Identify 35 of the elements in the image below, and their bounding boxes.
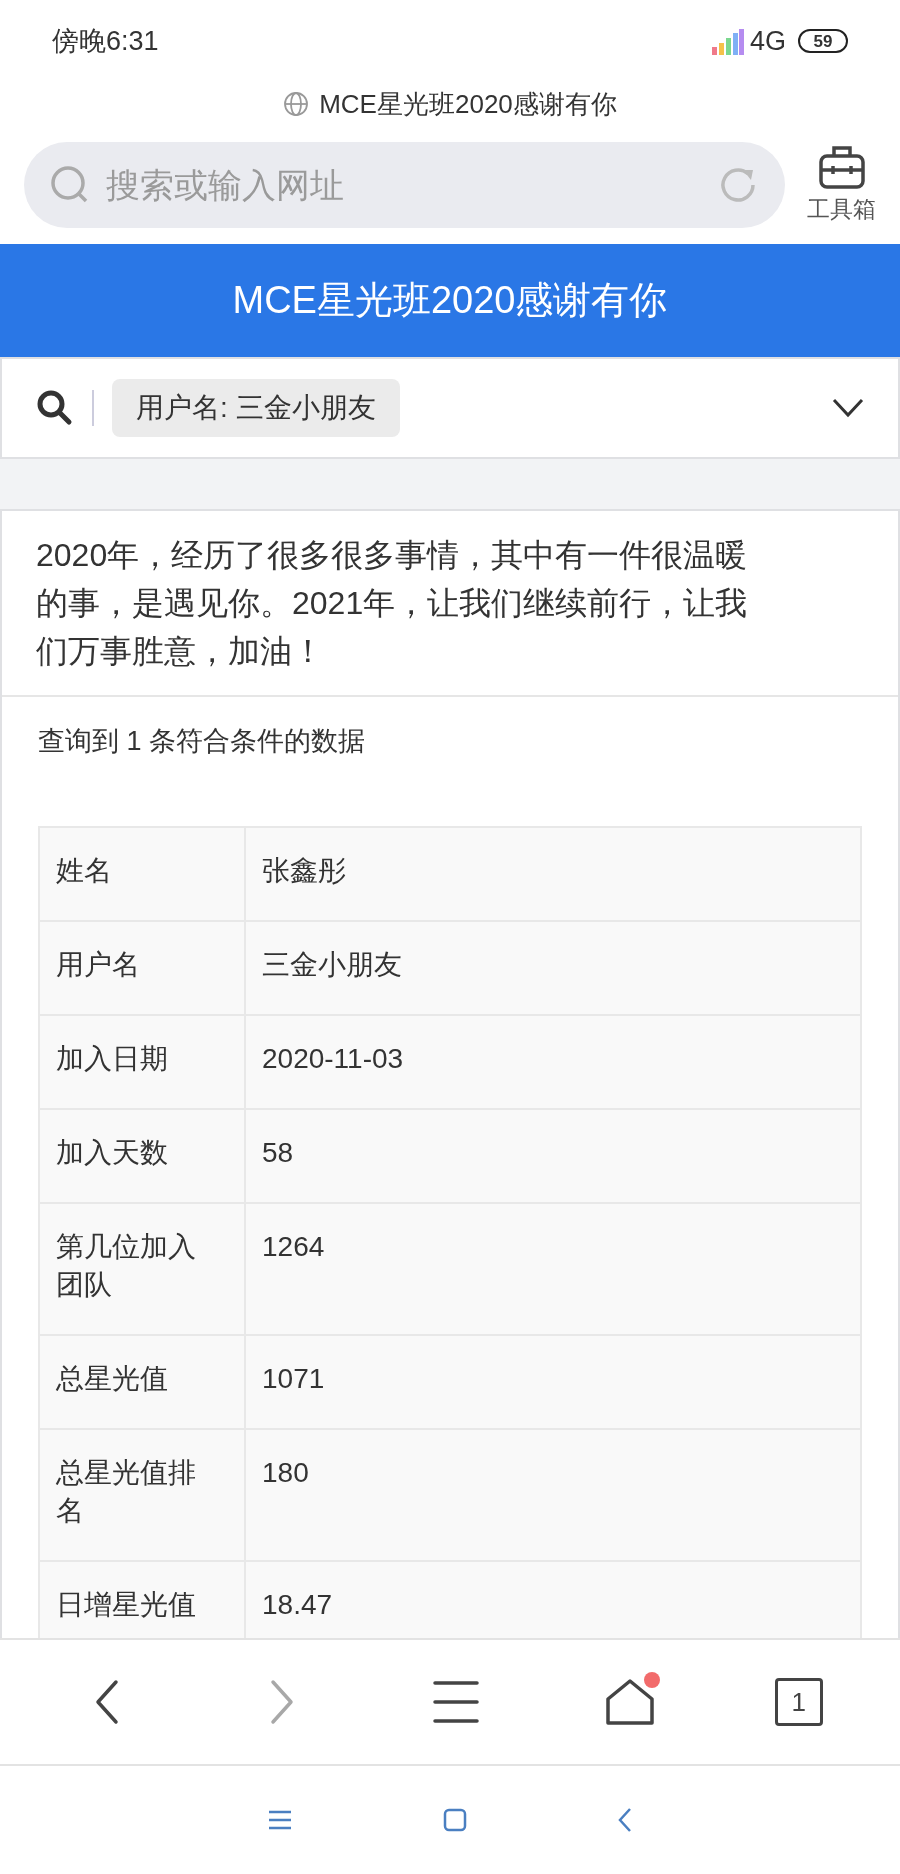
toolbox-button[interactable]: 工具箱 [807, 143, 876, 227]
table-cell: 张鑫彤 [245, 826, 861, 921]
table-cell: 加入天数 [39, 1108, 245, 1203]
table-cell: 1264 [245, 1202, 861, 1335]
table-cell: 三金小朋友 [245, 920, 861, 1015]
page-title: MCE星光班2020感谢有你 [319, 87, 617, 121]
table-cell: 第几位加入团队 [39, 1202, 245, 1335]
table-cell: 姓名 [39, 826, 245, 921]
filter-chip[interactable]: 用户名: 三金小朋友 [112, 379, 400, 437]
table-cell: 1071 [245, 1334, 861, 1429]
header-title: MCE星光班2020感谢有你 [232, 278, 668, 323]
status-time: 傍晚6:31 [52, 24, 159, 58]
table-cell: 加入日期 [39, 1014, 245, 1109]
result-count: 查询到 1 条符合条件的数据 [38, 725, 367, 758]
address-field[interactable]: 搜索或输入网址 [24, 142, 785, 228]
menu-icon[interactable] [267, 1809, 293, 1831]
table-cell: 总星光值排名 [39, 1428, 245, 1561]
table-cell: 总星光值 [39, 1334, 245, 1429]
square-icon[interactable] [443, 1808, 467, 1832]
intro-text: 2020年，经历了很多很多事情，其中有一件很温暖的事，是遇见你。2021年，让我们继续前行，让我们万事胜意，加油！ [36, 536, 749, 671]
table-cell: 180 [245, 1428, 861, 1561]
table-cell: 2020-11-03 [245, 1014, 861, 1109]
search-icon [50, 165, 90, 205]
network-type: 4G [749, 24, 786, 58]
back-icon[interactable] [617, 1807, 633, 1833]
briefcase-icon [817, 143, 866, 190]
battery-indicator: 59 [798, 29, 848, 53]
search-icon[interactable] [36, 389, 74, 427]
tabs-button[interactable]: 1 [774, 1678, 823, 1726]
address-input[interactable]: 搜索或输入网址 [106, 159, 701, 211]
chevron-down-icon[interactable] [832, 398, 864, 418]
table-cell: 58 [245, 1108, 861, 1203]
signal-icon [709, 27, 744, 55]
table-cell: 用户名 [39, 920, 245, 1015]
globe-icon [283, 91, 310, 117]
